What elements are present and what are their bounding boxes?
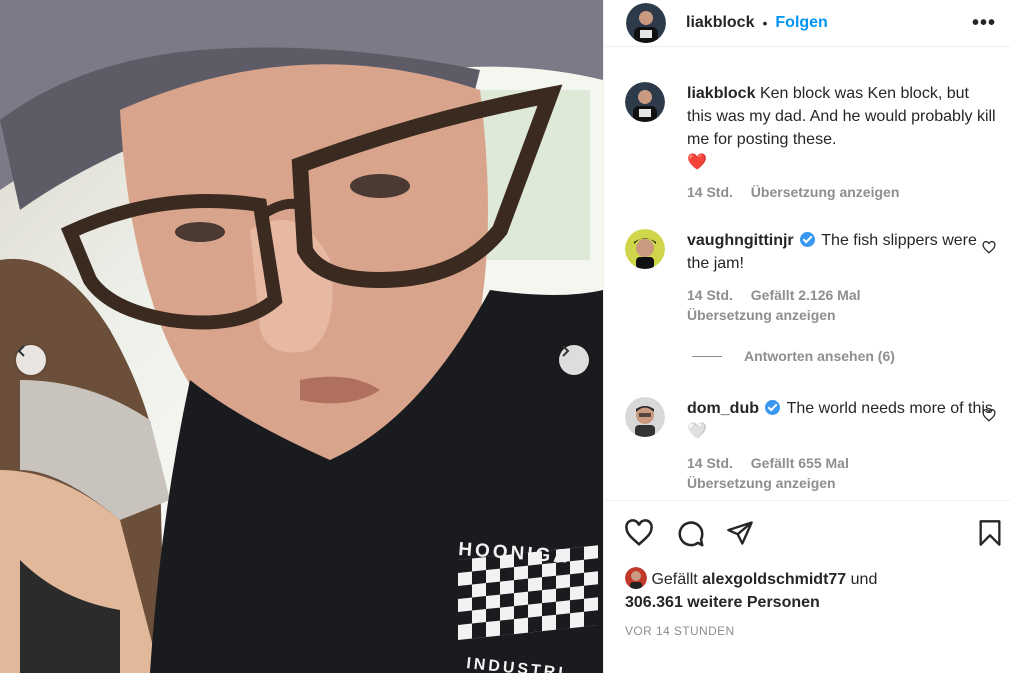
view-replies-label: Antworten ansehen (6) <box>744 348 895 364</box>
prev-photo-button[interactable] <box>16 345 46 375</box>
comment-text: The world needs more of this <box>786 400 993 417</box>
more-options-icon[interactable]: ••• <box>972 12 996 35</box>
comment-item: vaughngittinjr The fish slippers were th… <box>625 229 996 325</box>
chevron-left-icon <box>17 345 25 357</box>
caption: liakblock Ken block was Ken block, but t… <box>625 82 996 202</box>
likes-count[interactable]: 306.361 weitere Personen <box>625 594 820 611</box>
comment-time: 14 Std. <box>687 455 733 471</box>
commenter-username[interactable]: dom_dub <box>687 400 759 417</box>
post-header: liakblock • Folgen ••• <box>604 0 1010 47</box>
follow-button[interactable]: Folgen <box>775 14 827 32</box>
like-comment-icon[interactable] <box>982 241 996 254</box>
header-separator: • <box>762 15 768 31</box>
next-photo-button[interactable] <box>559 345 589 375</box>
red-heart-emoji-icon: ❤️ <box>687 154 707 171</box>
liker-username[interactable]: alexgoldschmidt77 <box>702 571 846 588</box>
comment-time: 14 Std. <box>687 287 733 303</box>
author-username[interactable]: liakblock <box>686 14 754 32</box>
commenter-username[interactable]: vaughngittinjr <box>687 232 794 249</box>
white-heart-emoji-icon: 🤍 <box>687 423 707 440</box>
verified-badge-icon <box>800 232 816 247</box>
commenter-avatar[interactable] <box>625 229 665 269</box>
comment-likes[interactable]: Gefällt 2.126 Mal <box>751 287 861 303</box>
chevron-right-icon <box>562 345 570 357</box>
comment-likes[interactable]: Gefällt 655 Mal <box>751 455 849 471</box>
translate-link[interactable]: Übersetzung anzeigen <box>751 184 900 200</box>
like-comment-icon[interactable] <box>982 409 996 422</box>
view-replies-button[interactable]: Antworten ansehen (6) <box>692 348 895 364</box>
commenter-avatar[interactable] <box>625 397 665 437</box>
caption-time: 14 Std. <box>687 184 733 200</box>
post-side-panel: liakblock • Folgen ••• liakblock Ken blo… <box>603 0 1010 673</box>
like-icon[interactable] <box>624 519 654 547</box>
caption-avatar[interactable] <box>625 82 665 122</box>
liker-avatar[interactable] <box>625 567 647 589</box>
save-bookmark-icon[interactable] <box>978 519 1002 547</box>
likes-summary: Gefällt alexgoldschmidt77 und 306.361 we… <box>625 567 877 614</box>
post-timestamp[interactable]: VOR 14 STUNDEN <box>625 624 735 638</box>
photo-illustration: HOONIGA INDUSTRI <box>0 0 603 673</box>
likes-conj: und <box>850 571 878 588</box>
likes-prefix: Gefällt <box>651 571 698 588</box>
comment-icon[interactable] <box>676 519 706 549</box>
action-bar <box>604 500 1010 565</box>
replies-divider <box>692 355 722 357</box>
post-photo: HOONIGA INDUSTRI <box>0 0 603 673</box>
share-icon[interactable] <box>726 519 754 547</box>
verified-badge-icon <box>765 400 781 415</box>
translate-link[interactable]: Übersetzung anzeigen <box>687 307 836 323</box>
translate-link[interactable]: Übersetzung anzeigen <box>687 475 836 491</box>
comment-item: dom_dub The world needs more of this 🤍 1… <box>625 397 996 493</box>
author-avatar[interactable] <box>626 3 666 43</box>
comments-list: liakblock Ken block was Ken block, but t… <box>604 62 1010 499</box>
caption-username[interactable]: liakblock <box>687 85 755 102</box>
